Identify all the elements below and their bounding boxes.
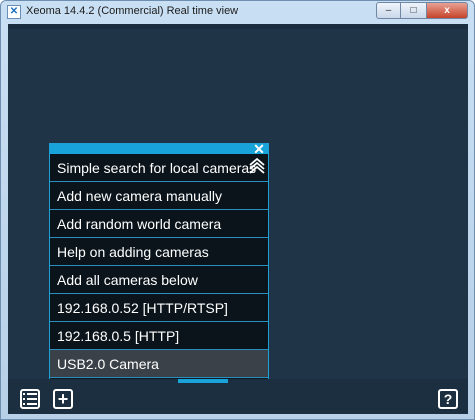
title-bar[interactable]: ✕ Xeoma 14.4.2 (Commercial) Real time vi… xyxy=(1,1,474,23)
top-strip xyxy=(8,24,468,29)
window-controls: – □ x xyxy=(376,2,468,19)
window-title: Xeoma 14.4.2 (Commercial) Real time view xyxy=(26,5,239,17)
minimize-button[interactable]: – xyxy=(376,2,401,19)
menu-item-add-all-cameras[interactable]: Add all cameras below xyxy=(50,266,268,294)
xeoma-app-icon: ✕ xyxy=(7,5,21,19)
menu-item-usb-camera[interactable]: USB2.0 Camera xyxy=(50,350,268,378)
menu-item-camera-192-168-0-52[interactable]: 192.168.0.52 [HTTP/RTSP] xyxy=(50,294,268,322)
menu-item-add-camera-manually[interactable]: Add new camera manually xyxy=(50,182,268,210)
add-camera-menu: ✕ Simple search for local cameras Add ne… xyxy=(49,142,269,387)
collapse-up-icon[interactable] xyxy=(248,156,266,174)
menu-item-simple-search[interactable]: Simple search for local cameras xyxy=(50,154,268,182)
real-time-view: ✕ Simple search for local cameras Add ne… xyxy=(8,24,468,414)
menu-item-camera-192-168-0-5[interactable]: 192.168.0.5 [HTTP] xyxy=(50,322,268,350)
menu-list: Simple search for local cameras Add new … xyxy=(50,154,268,378)
close-window-button[interactable]: x xyxy=(426,2,468,19)
help-button[interactable]: ? xyxy=(438,389,458,409)
menu-item-add-random-world-camera[interactable]: Add random world camera xyxy=(50,210,268,238)
camera-list-button[interactable] xyxy=(20,389,40,409)
maximize-button[interactable]: □ xyxy=(401,2,426,19)
add-camera-button[interactable]: + xyxy=(53,389,73,409)
list-icon xyxy=(23,393,37,405)
toolbar-accent-strip xyxy=(178,379,228,383)
bottom-toolbar: + ? xyxy=(8,379,468,414)
menu-item-help-adding-cameras[interactable]: Help on adding cameras xyxy=(50,238,268,266)
app-window: ✕ Xeoma 14.4.2 (Commercial) Real time vi… xyxy=(0,0,475,420)
menu-header: ✕ xyxy=(50,142,268,156)
